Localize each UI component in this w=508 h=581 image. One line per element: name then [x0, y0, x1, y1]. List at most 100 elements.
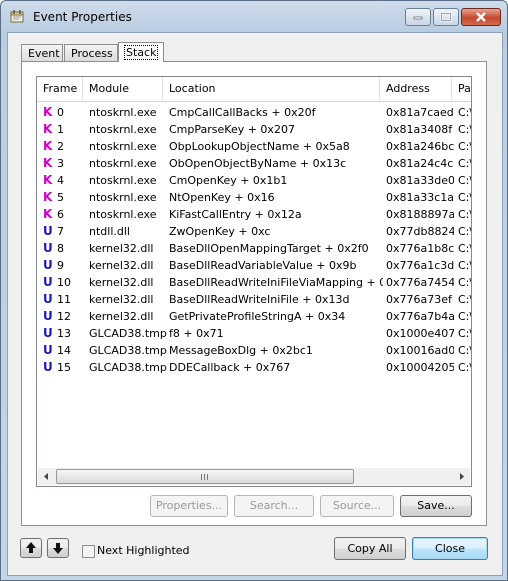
cell-path: C:\: [458, 157, 472, 170]
table-row[interactable]: U 14 GLCAD38.tmp MessageBoxDlg + 0x2bc1 0x10…: [37, 342, 471, 359]
cell-frame: 6: [57, 208, 64, 221]
cell-path: C:\: [458, 259, 472, 272]
column-header-path[interactable]: Pa: [452, 77, 471, 101]
search-button[interactable]: Search...: [234, 495, 314, 517]
next-highlighted-label[interactable]: Next Highlighted: [97, 544, 190, 557]
kernel-frame-icon: K: [43, 105, 53, 119]
cell-path: C:\: [458, 293, 472, 306]
cell-location: CmpParseKey + 0x207: [169, 123, 295, 136]
column-header-module[interactable]: Module: [83, 77, 163, 101]
stack-tab-panel: Frame Module Location Address Pa K 0 ntosk…: [21, 61, 487, 526]
close-window-button[interactable]: [461, 8, 501, 26]
tab-process-label: Process: [71, 47, 113, 60]
table-row[interactable]: U 7 ntdll.dll ZwOpenKey + 0xc 0x77db8824 C:\: [37, 223, 471, 240]
table-row[interactable]: K 3 ntoskrnl.exe ObOpenObjectByName + 0x13c…: [37, 155, 471, 172]
source-button[interactable]: Source...: [320, 495, 394, 517]
tab-stack[interactable]: Stack: [118, 42, 164, 62]
table-row[interactable]: K 2 ntoskrnl.exe ObpLookupObjectName + 0x5a…: [37, 138, 471, 155]
close-icon: [476, 12, 486, 22]
table-row[interactable]: U 9 kernel32.dll BaseDllReadVariableValue +…: [37, 257, 471, 274]
cell-location: BaseDllReadVariableValue + 0x9b: [169, 259, 357, 272]
tab-stack-label: Stack: [123, 45, 159, 60]
table-row[interactable]: K 1 ntoskrnl.exe CmpParseKey + 0x207 0x81a34…: [37, 121, 471, 138]
copy-all-button[interactable]: Copy All: [334, 537, 406, 560]
cell-module: ntoskrnl.exe: [89, 174, 157, 187]
horizontal-scrollbar[interactable]: [38, 468, 470, 485]
title-bar[interactable]: Event Properties: [1, 1, 507, 31]
window-title: Event Properties: [33, 10, 132, 24]
column-header-frame[interactable]: Frame: [37, 77, 83, 101]
event-properties-window: Event Properties Event Process Stack Fra…: [0, 0, 508, 581]
table-row[interactable]: K 0 ntoskrnl.exe CmpCallCallBacks + 0x20f 0x…: [37, 104, 471, 121]
cell-frame: 0: [57, 106, 64, 119]
tab-process[interactable]: Process: [64, 44, 118, 61]
table-row[interactable]: K 4 ntoskrnl.exe CmOpenKey + 0x1b1 0x81a33de…: [37, 172, 471, 189]
column-header-address[interactable]: Address: [380, 77, 452, 101]
cell-address: 0x8188897a: [386, 208, 454, 221]
cell-address: 0x81a33de0: [386, 174, 454, 187]
cell-frame: 7: [57, 225, 64, 238]
user-frame-icon: U: [43, 343, 53, 357]
cell-module: kernel32.dll: [89, 242, 154, 255]
cell-path: C:\: [458, 140, 472, 153]
cell-frame: 15: [57, 361, 71, 374]
table-row[interactable]: K 5 ntoskrnl.exe NtOpenKey + 0x16 0x81a33c1a…: [37, 189, 471, 206]
cell-module: ntoskrnl.exe: [89, 140, 157, 153]
cell-frame: 10: [57, 276, 71, 289]
cell-module: ntoskrnl.exe: [89, 208, 157, 221]
kernel-frame-icon: K: [43, 156, 53, 170]
user-frame-icon: U: [43, 292, 53, 306]
tab-event[interactable]: Event: [21, 44, 63, 61]
cell-path: C:\: [458, 208, 472, 221]
properties-button[interactable]: Properties...: [150, 495, 228, 517]
cell-module: kernel32.dll: [89, 276, 154, 289]
cell-frame: 11: [57, 293, 71, 306]
scroll-left-icon: [44, 473, 48, 480]
table-row[interactable]: K 6 ntoskrnl.exe KiFastCallEntry + 0x12a 0x8…: [37, 206, 471, 223]
table-row[interactable]: U 12 kernel32.dll GetPrivateProfileStringA …: [37, 308, 471, 325]
user-frame-icon: U: [43, 258, 53, 272]
kernel-frame-icon: K: [43, 173, 53, 187]
cell-module: ntoskrnl.exe: [89, 123, 157, 136]
cell-address: 0x776a1c3d: [386, 259, 454, 272]
previous-event-button[interactable]: [20, 538, 42, 558]
cell-address: 0x776a7454: [386, 276, 454, 289]
minimize-button[interactable]: [405, 8, 431, 26]
table-row[interactable]: U 11 kernel32.dll BaseDllReadWriteIniFile +…: [37, 291, 471, 308]
cell-address: 0x81a33c1a: [386, 191, 454, 204]
stack-list[interactable]: Frame Module Location Address Pa K 0 ntosk…: [36, 76, 472, 487]
arrow-down-icon: [53, 543, 63, 554]
cell-location: DDECallback + 0x767: [169, 361, 291, 374]
event-properties-icon: [10, 10, 24, 23]
cell-address: 0x81a3408f: [386, 123, 453, 136]
cell-module: GLCAD38.tmp: [89, 327, 167, 340]
column-header-location[interactable]: Location: [163, 77, 380, 101]
cell-module: GLCAD38.tmp: [89, 344, 167, 357]
scroll-left-button[interactable]: [38, 468, 55, 485]
maximize-button[interactable]: [433, 8, 459, 26]
cell-path: C:\: [458, 327, 472, 340]
table-row[interactable]: U 10 kernel32.dll BaseDllReadWriteIniFileVi…: [37, 274, 471, 291]
next-highlighted-checkbox[interactable]: [82, 545, 95, 558]
close-button[interactable]: Close: [412, 537, 488, 560]
save-button[interactable]: Save...: [400, 495, 472, 517]
user-frame-icon: U: [43, 326, 53, 340]
cell-location: f8 + 0x71: [169, 327, 224, 340]
scrollbar-thumb[interactable]: [56, 469, 354, 484]
cell-frame: 14: [57, 344, 71, 357]
user-frame-icon: U: [43, 224, 53, 238]
scroll-right-button[interactable]: [453, 468, 470, 485]
cell-module: kernel32.dll: [89, 310, 154, 323]
cell-frame: 8: [57, 242, 64, 255]
table-row[interactable]: U 13 GLCAD38.tmp f8 + 0x71 0x1000e407 C:\: [37, 325, 471, 342]
table-row[interactable]: U 8 kernel32.dll BaseDllOpenMappingTarget +…: [37, 240, 471, 257]
table-row[interactable]: U 15 GLCAD38.tmp DDECallback + 0x767 0x10004…: [37, 359, 471, 376]
cell-location: MessageBoxDlg + 0x2bc1: [169, 344, 313, 357]
cell-location: CmpCallCallBacks + 0x20f: [169, 106, 316, 119]
next-event-button[interactable]: [47, 538, 69, 558]
cell-path: C:\: [458, 310, 472, 323]
cell-path: C:\: [458, 225, 472, 238]
user-frame-icon: U: [43, 309, 53, 323]
stack-list-header: Frame Module Location Address Pa: [37, 77, 471, 102]
cell-frame: 13: [57, 327, 71, 340]
